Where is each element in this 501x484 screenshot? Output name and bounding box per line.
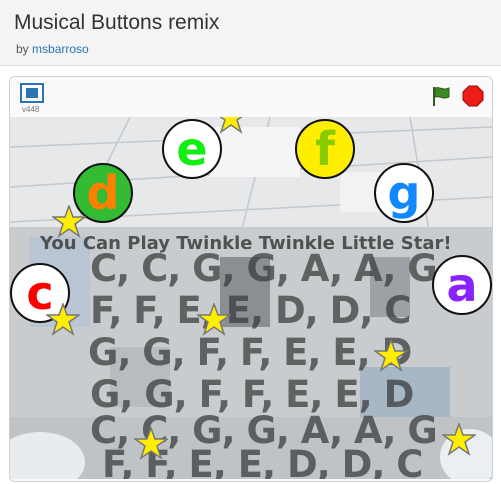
- note-letter: g: [387, 166, 421, 220]
- green-flag-icon[interactable]: [430, 85, 452, 107]
- author-link[interactable]: msbarroso: [32, 42, 89, 56]
- version-label: v448: [22, 105, 40, 114]
- star-icon: [197, 303, 231, 336]
- project-byline: by msbarroso: [16, 42, 89, 56]
- project-title: Musical Buttons remix: [14, 11, 220, 34]
- note-button-e[interactable]: e: [162, 119, 222, 179]
- star-icon: [219, 117, 243, 134]
- note-button-g[interactable]: g: [374, 163, 434, 223]
- note-letter: a: [446, 258, 478, 312]
- lyric-line: C, C, G, G, A, A, G: [90, 247, 438, 290]
- star-icon: [46, 303, 80, 336]
- note-button-a[interactable]: a: [432, 255, 492, 315]
- note-letter: e: [176, 122, 208, 176]
- project-stage[interactable]: You Can Play Twinkle Twinkle Little Star…: [10, 117, 492, 479]
- project-player: v448 You Can Play Twinkle Twinkle Little…: [9, 76, 493, 482]
- fullscreen-icon[interactable]: [20, 83, 44, 103]
- star-icon: [134, 427, 168, 460]
- lyric-line: F, F, E, E, D, D, C: [90, 289, 411, 332]
- note-button-f[interactable]: f: [295, 119, 355, 179]
- stop-icon[interactable]: [462, 85, 484, 107]
- star-icon: [52, 205, 86, 238]
- player-toolbar: v448: [10, 77, 492, 117]
- note-letter: d: [86, 166, 120, 220]
- project-header: Musical Buttons remix by msbarroso: [0, 0, 501, 66]
- star-icon: [374, 339, 408, 372]
- lyric-line: G, G, F, F, E, E, D: [88, 331, 412, 374]
- by-label: by: [16, 42, 29, 56]
- star-icon: [442, 423, 476, 456]
- note-letter: f: [314, 122, 335, 176]
